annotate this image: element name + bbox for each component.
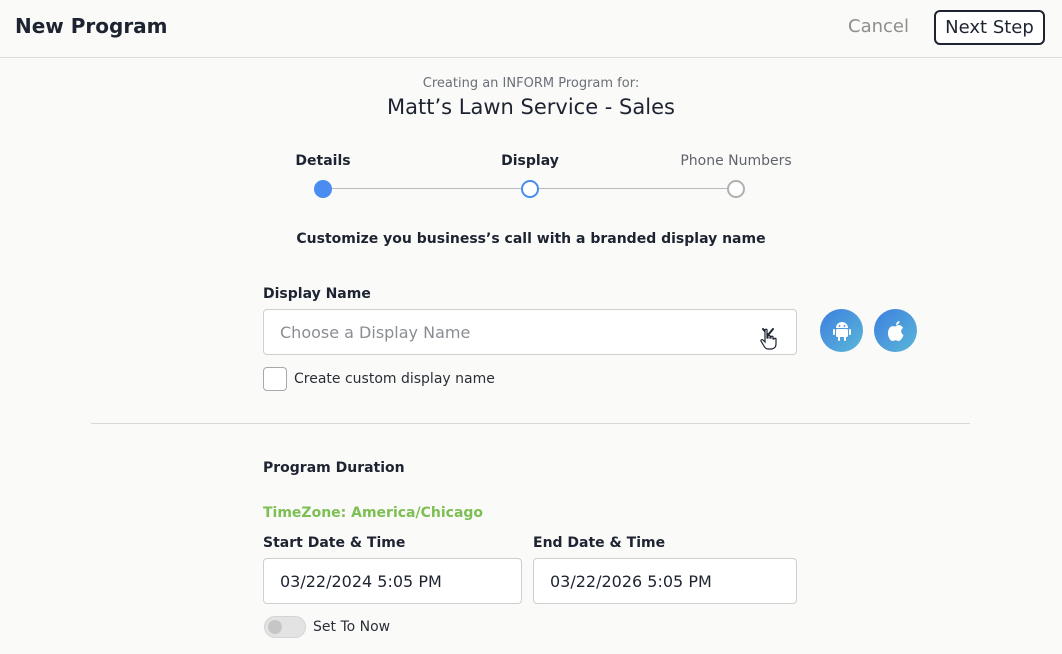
- toggle-knob: [268, 620, 282, 634]
- android-icon: [832, 321, 851, 341]
- page-title: New Program: [15, 14, 168, 38]
- program-duration-title: Program Duration: [263, 460, 405, 476]
- display-name-label: Display Name: [263, 286, 371, 302]
- company-name: Matt’s Lawn Service - Sales: [387, 95, 675, 119]
- end-date-input[interactable]: 03/22/2026 5:05 PM: [533, 558, 797, 604]
- step-display-dot[interactable]: [521, 180, 539, 198]
- step-details-label: Details: [295, 153, 351, 169]
- android-preview-button[interactable]: [820, 309, 863, 352]
- cancel-button[interactable]: Cancel: [848, 16, 909, 37]
- step-display-label: Display: [501, 153, 559, 169]
- step-phone-numbers-dot[interactable]: [727, 180, 745, 198]
- creating-for-caption: Creating an INFORM Program for:: [422, 76, 640, 91]
- next-step-button[interactable]: Next Step: [934, 10, 1045, 45]
- display-subtitle: Customize you business’s call with a bra…: [296, 231, 766, 247]
- timezone-label: TimeZone: America/Chicago: [263, 505, 484, 521]
- top-bar: New Program Cancel Next Step: [0, 0, 1062, 58]
- apple-preview-button[interactable]: [874, 309, 917, 352]
- display-name-select[interactable]: Choose a Display Name: [263, 309, 797, 355]
- apple-icon: [887, 320, 903, 341]
- hand-cursor-icon: [760, 328, 777, 350]
- start-date-input[interactable]: 03/22/2024 5:05 PM: [263, 558, 522, 604]
- end-date-label: End Date & Time: [533, 535, 666, 551]
- section-divider: [91, 423, 970, 424]
- display-name-placeholder: Choose a Display Name: [280, 323, 471, 342]
- start-date-label: Start Date & Time: [263, 535, 406, 551]
- custom-display-name-checkbox[interactable]: [263, 367, 287, 391]
- step-phone-numbers-label: Phone Numbers: [680, 153, 792, 169]
- custom-display-name-label: Create custom display name: [294, 371, 495, 387]
- set-to-now-toggle[interactable]: [264, 616, 306, 638]
- set-to-now-label: Set To Now: [313, 619, 391, 635]
- step-details-dot[interactable]: [314, 180, 332, 198]
